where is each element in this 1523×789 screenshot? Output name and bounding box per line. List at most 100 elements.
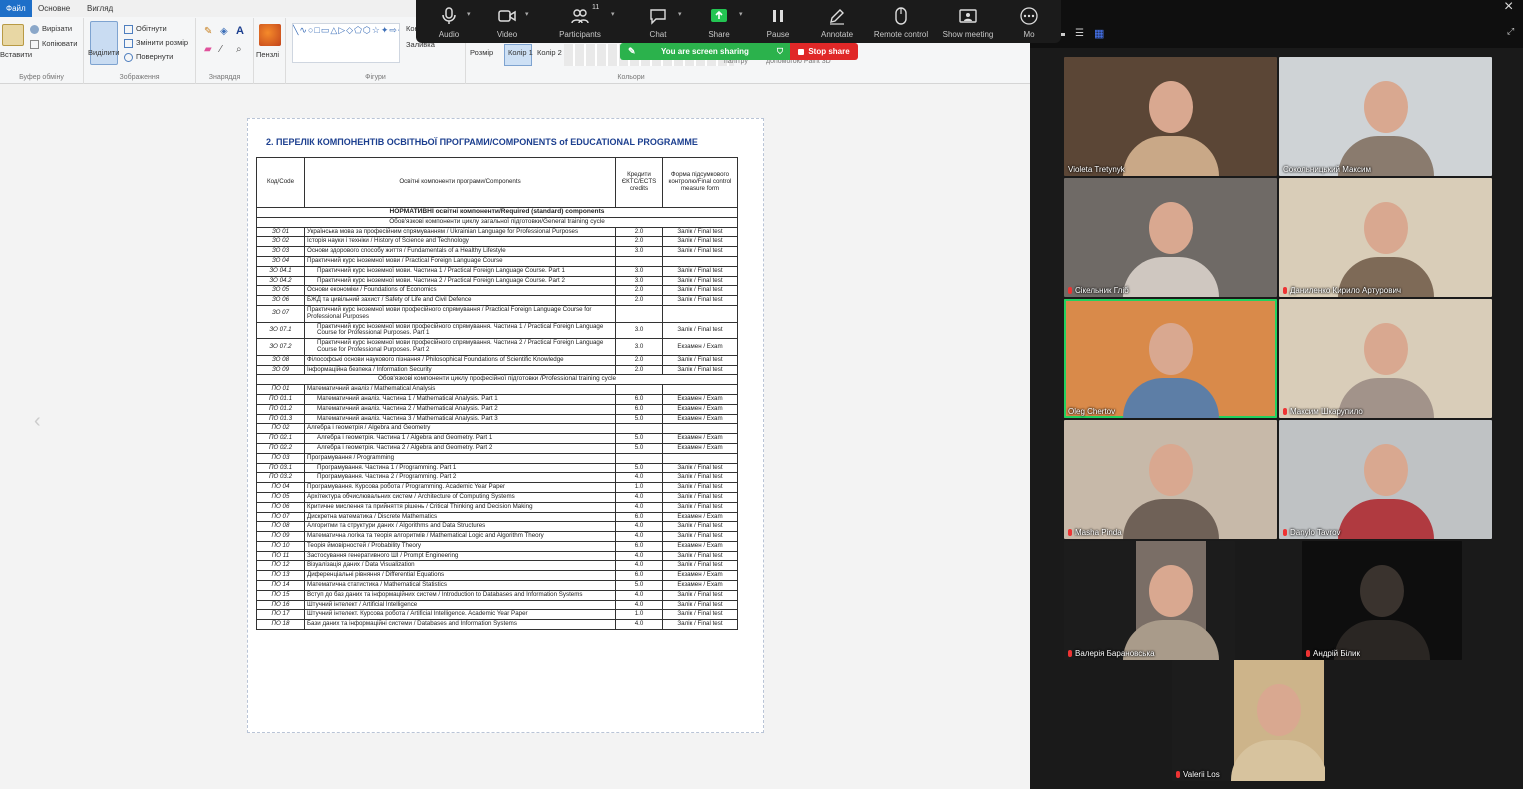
row-name: Критичне мислення та прийняття рішень / … — [304, 501, 616, 513]
tab-file[interactable]: Файл — [0, 0, 32, 17]
share-caret-icon[interactable]: ▾ — [739, 10, 743, 18]
participant-tile[interactable]: Сокольницький Максим — [1279, 57, 1492, 176]
row-name: Алгебра і геометрія / Algebra and Geomet… — [304, 423, 616, 435]
participant-tile[interactable]: Masha Pinda — [1064, 420, 1277, 539]
row-name: Вступ до баз даних та інформаційних сист… — [304, 589, 616, 601]
document-title: 2. ПЕРЕЛІК КОМПОНЕНТІВ ОСВІТНЬОЇ ПРОГРАМ… — [266, 137, 698, 147]
rotate-button[interactable]: Повернути — [124, 52, 173, 62]
list-view-icon[interactable]: ☰ — [1075, 28, 1084, 39]
share-button[interactable]: ▾ Share — [689, 0, 749, 43]
row-code: ПО 13 — [256, 570, 305, 582]
copy-icon — [30, 39, 39, 49]
participant-face — [1363, 322, 1408, 375]
audio-caret-icon[interactable]: ▾ — [467, 10, 471, 18]
participant-tile[interactable]: Violeta Tretynyk — [1064, 57, 1277, 176]
row-name: Програмування. Частина 2 / Programming. … — [304, 472, 616, 484]
more-button[interactable]: Mo — [999, 0, 1059, 43]
participant-name: Валерія Барановська — [1068, 649, 1155, 658]
row-name: Програмування. Курсова робота / Programm… — [304, 482, 616, 493]
gallery-view-icon[interactable]: ▦ — [1094, 27, 1104, 40]
row-name: Практичний курс іноземної мови / Practic… — [304, 255, 616, 267]
shapes-gallery[interactable]: ╲∿○□▭△▷◇⬠⬡☆✦⇨⇦⇧⇩✧☆▢◯◻⬭ — [292, 23, 400, 63]
audio-label: Audio — [438, 30, 460, 39]
resize-icon — [124, 38, 133, 48]
participant-tile[interactable]: Андрій Білик — [1302, 541, 1462, 660]
document-canvas[interactable]: 2. ПЕРЕЛІК КОМПОНЕНТІВ ОСВІТНЬОЇ ПРОГРАМ… — [247, 118, 764, 733]
color-picker-icon[interactable]: ⁄ — [220, 44, 222, 55]
annotate-button[interactable]: Annotate — [807, 0, 867, 43]
participant-body — [1337, 498, 1434, 539]
remote-control-button[interactable]: Remote control — [868, 0, 934, 43]
cut-button[interactable]: Вирізати — [30, 24, 72, 34]
paste-button[interactable]: Вставити — [0, 50, 32, 59]
participants-caret-icon[interactable]: ▾ — [611, 10, 615, 18]
header-form: Форма підсумкового контролю/Final contro… — [662, 157, 738, 208]
participant-name: Valerii Los — [1176, 770, 1220, 779]
brush-icon[interactable] — [259, 24, 281, 46]
pencil-icon[interactable]: ✎ — [204, 26, 212, 37]
row-code: ПО 10 — [256, 540, 305, 552]
participant-body — [1122, 498, 1219, 539]
paste-icon[interactable] — [2, 24, 24, 46]
row-form: Залік / Final test — [662, 482, 738, 493]
audio-button[interactable]: ▾ Audio — [419, 0, 479, 43]
row-credits: 3.0 — [615, 338, 663, 356]
eraser-icon[interactable]: ▰ — [204, 44, 212, 55]
chat-caret-icon[interactable]: ▾ — [678, 10, 682, 18]
brushes-button[interactable]: Пензлі — [256, 50, 279, 59]
video-button[interactable]: ▾ Video — [477, 0, 537, 43]
row-credits: 3.0 — [615, 246, 663, 257]
color2-label[interactable]: Колір 2 — [537, 48, 562, 57]
pause-button[interactable]: Pause — [748, 0, 808, 43]
crop-button[interactable]: Обітнути — [124, 24, 167, 34]
video-camera-icon — [498, 10, 516, 22]
participant-tile[interactable]: Сікельник Гліб — [1064, 178, 1277, 297]
header-code: Код/Code — [256, 157, 305, 208]
more-label: Mo — [1023, 30, 1035, 39]
size-button[interactable]: Розмір — [470, 48, 493, 57]
participant-tile[interactable]: Даниленко Кирило Артурович — [1279, 178, 1492, 297]
participant-tile[interactable]: Валерія Барановська — [1064, 541, 1235, 660]
row-name: Основи економіки / Foundations of Econom… — [304, 285, 616, 297]
participant-tile[interactable]: Valerii Los — [1172, 660, 1325, 781]
participant-tile[interactable]: Oleg Chertov — [1064, 299, 1277, 418]
magnifier-icon[interactable]: ⌕ — [236, 44, 242, 55]
microphone-icon — [442, 7, 456, 24]
tab-view[interactable]: Вигляд — [81, 2, 119, 16]
sharing-status[interactable]: ✎ You are screen sharing ⛉ — [620, 43, 790, 60]
participant-face — [1257, 684, 1301, 737]
scissors-icon — [30, 24, 39, 34]
table-row: ПО 14 Математична статистика / Mathematic… — [256, 580, 738, 591]
participant-tile[interactable]: Danylo Tavrov — [1279, 420, 1492, 539]
row-form: Екзамен / Exam — [662, 442, 738, 454]
copy-button[interactable]: Копіювати — [30, 39, 77, 49]
row-name: Візуалізація даних / Data Visualization — [304, 560, 616, 572]
show-meeting-button[interactable]: Show meeting — [937, 0, 999, 43]
text-icon[interactable]: A — [236, 25, 244, 37]
select-button[interactable]: Виділити — [88, 48, 119, 57]
row-form: Залік / Final test — [662, 501, 738, 513]
table-row: ЗО 03 Основи здорового способу життя / Fu… — [256, 246, 738, 257]
participants-button[interactable]: 11 ▾ Participants — [550, 0, 614, 43]
stop-share-button[interactable]: Stop share — [790, 43, 858, 60]
table-row: ПО 08 Алгоритми та структури даних / Algo… — [256, 521, 738, 533]
row-credits: 6.0 — [615, 570, 663, 582]
tab-home[interactable]: Основне — [32, 2, 76, 16]
resize-button[interactable]: Змінити розмір — [124, 38, 188, 48]
fill-icon[interactable]: ◈ — [220, 26, 228, 37]
chat-button[interactable]: ▾ Chat — [628, 0, 688, 43]
scroll-left-icon[interactable]: ‹ — [34, 410, 41, 433]
muted-mic-icon — [1283, 287, 1287, 295]
row-code: ПО 12 — [256, 560, 305, 572]
select-icon[interactable] — [90, 21, 118, 65]
participant-name-text: Masha Pinda — [1075, 528, 1122, 537]
participant-tile[interactable]: Максим Шкарупило — [1279, 299, 1492, 418]
participant-face — [1148, 80, 1193, 133]
close-icon[interactable]: × — [1504, 0, 1513, 16]
row-credits: 4.0 — [615, 521, 663, 533]
table-row: ПО 06 Критичне мислення та прийняття ріше… — [256, 501, 738, 513]
expand-icon[interactable]: ⤢ — [1507, 26, 1514, 37]
row-name: Практичний курс іноземної мови професійн… — [304, 321, 616, 340]
share-screen-icon — [711, 9, 727, 22]
video-caret-icon[interactable]: ▾ — [525, 10, 529, 18]
